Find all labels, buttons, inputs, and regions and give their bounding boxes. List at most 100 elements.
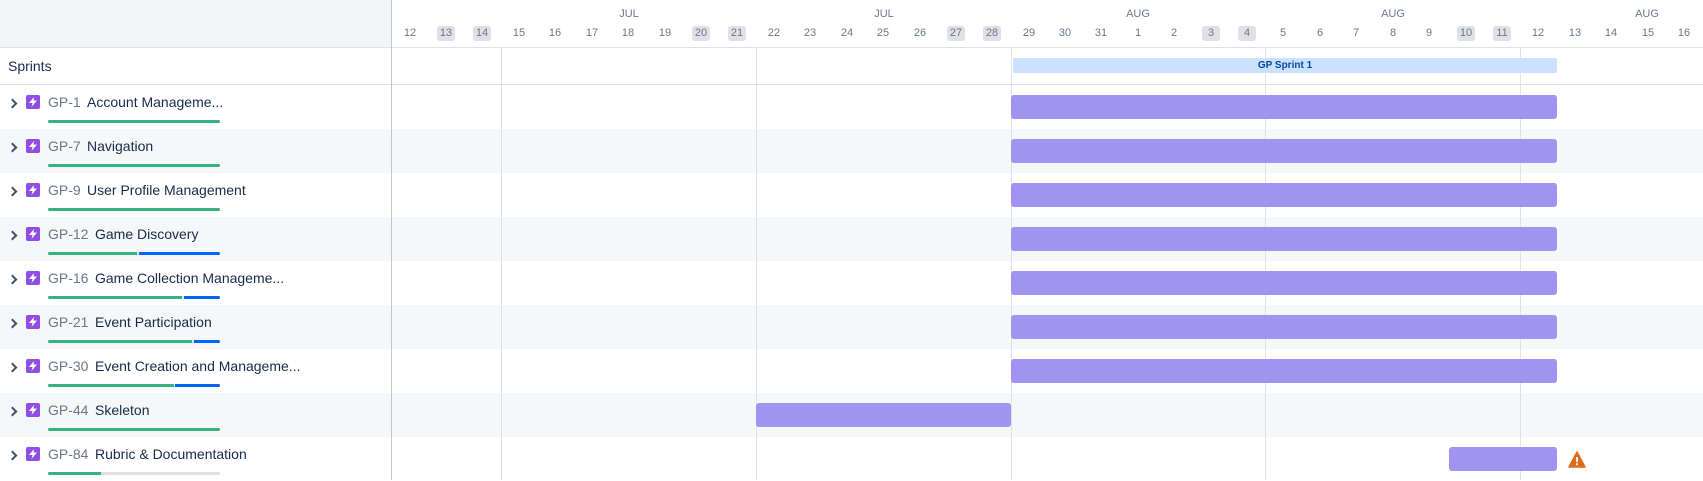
epic-progress-bar [48,340,220,343]
epic-title[interactable]: Account Manageme... [87,94,223,110]
epic-lightning-icon [26,227,40,241]
epic-bar-gp-1[interactable] [1011,95,1557,119]
epic-progress-bar [48,296,220,299]
day-label: 4 [1238,26,1256,41]
epic-title[interactable]: Rubric & Documentation [95,446,247,462]
epic-row-gp-1[interactable]: GP-1 Account Manageme... [0,85,391,129]
epic-bar-gp-21[interactable] [1011,315,1557,339]
epic-bar-gp-12[interactable] [1011,227,1557,251]
epic-progress-bar [48,252,220,255]
epic-key[interactable]: GP-7 [48,138,81,154]
sprint-row: GP Sprint 1 [391,48,1703,85]
epic-title[interactable]: Game Discovery [95,226,198,242]
timeline-grid: JUL JUL AUG AUG AUG 12 13 14 15 16 17 18… [391,0,1703,480]
sprints-label: Sprints [0,48,391,85]
sprint-bar[interactable]: GP Sprint 1 [1013,58,1557,73]
epic-progress-bar [48,120,220,123]
epic-progress-bar [48,428,220,431]
epic-key[interactable]: GP-84 [48,446,88,462]
epic-bar-gp-44[interactable] [756,403,1011,427]
epic-lightning-icon [26,271,40,285]
epic-key[interactable]: GP-21 [48,314,88,330]
progress-done-segment [48,252,138,255]
day-label: 31 [1094,27,1108,39]
grid-row [391,437,1703,480]
day-label: 5 [1279,27,1287,39]
epic-bar-gp-16[interactable] [1011,271,1557,295]
progress-done-segment [48,340,193,343]
epic-lightning-icon [26,95,40,109]
day-label: 30 [1058,27,1072,39]
epic-key[interactable]: GP-12 [48,226,88,242]
epic-bar-gp-7[interactable] [1011,139,1557,163]
day-label: 22 [767,27,781,39]
month-label: AUG [1126,8,1150,20]
day-label: 8 [1389,27,1397,39]
epic-bar-gp-30[interactable] [1011,359,1557,383]
epic-bar-gp-9[interactable] [1011,183,1557,207]
progress-in-progress-segment [175,384,220,387]
grid-row [391,349,1703,393]
timeline-header: JUL JUL AUG AUG AUG 12 13 14 15 16 17 18… [391,0,1703,48]
epic-row-gp-84[interactable]: GP-84 Rubric & Documentation [0,437,391,481]
day-label: 26 [913,27,927,39]
epic-bar-gp-84[interactable] [1449,447,1557,471]
epic-row-gp-44[interactable]: GP-44 Skeleton [0,393,391,437]
day-label: 17 [585,27,599,39]
grid-row [391,85,1703,129]
day-label: 10 [1457,26,1475,41]
epic-title[interactable]: Skeleton [95,402,149,418]
epic-title[interactable]: Navigation [87,138,153,154]
chevron-right-icon[interactable] [6,95,20,109]
progress-done-segment [48,120,220,123]
epic-row-gp-30[interactable]: GP-30 Event Creation and Manageme... [0,349,391,393]
day-label: 3 [1202,26,1220,41]
chevron-right-icon[interactable] [6,271,20,285]
grid-row [391,305,1703,349]
epic-title[interactable]: Game Collection Manageme... [95,270,284,286]
day-label: 13 [437,26,455,41]
progress-in-progress-segment [139,252,220,255]
epic-row-gp-16[interactable]: GP-16 Game Collection Manageme... [0,261,391,305]
epic-row-gp-9[interactable]: GP-9 User Profile Management [0,173,391,217]
epic-row-gp-21[interactable]: GP-21 Event Participation [0,305,391,349]
month-label: JUL [619,8,639,20]
progress-in-progress-segment [183,296,220,299]
epic-list-panel: Sprints GP-1 Account Manageme... GP-7 Na… [0,0,392,480]
day-label: 28 [983,26,1001,41]
epic-key[interactable]: GP-9 [48,182,81,198]
progress-done-segment [48,384,174,387]
epic-row-gp-7[interactable]: GP-7 Navigation [0,129,391,173]
day-label: 20 [692,26,710,41]
epic-key[interactable]: GP-1 [48,94,81,110]
chevron-right-icon[interactable] [6,403,20,417]
day-label: 6 [1316,27,1324,39]
grid-row [391,173,1703,217]
day-label: 25 [876,27,890,39]
epic-lightning-icon [26,139,40,153]
epic-key[interactable]: GP-44 [48,402,88,418]
day-label: 16 [548,27,562,39]
roadmap-timeline: Sprints GP-1 Account Manageme... GP-7 Na… [0,0,1703,480]
day-label: 14 [1604,27,1618,39]
epic-title[interactable]: Event Participation [95,314,212,330]
day-label: 18 [621,27,635,39]
chevron-right-icon[interactable] [6,447,20,461]
epic-list-header [0,0,391,48]
progress-done-segment [48,472,102,475]
chevron-right-icon[interactable] [6,227,20,241]
chevron-right-icon[interactable] [6,359,20,373]
epic-row-gp-12[interactable]: GP-12 Game Discovery [0,217,391,261]
epic-lightning-icon [26,183,40,197]
warning-icon[interactable] [1568,451,1586,468]
day-label: 11 [1493,26,1511,41]
day-label: 14 [473,26,491,41]
epic-title[interactable]: Event Creation and Manageme... [95,358,300,374]
day-label: 15 [512,27,526,39]
chevron-right-icon[interactable] [6,315,20,329]
chevron-right-icon[interactable] [6,183,20,197]
epic-key[interactable]: GP-30 [48,358,88,374]
chevron-right-icon[interactable] [6,139,20,153]
epic-title[interactable]: User Profile Management [87,182,246,198]
epic-key[interactable]: GP-16 [48,270,88,286]
